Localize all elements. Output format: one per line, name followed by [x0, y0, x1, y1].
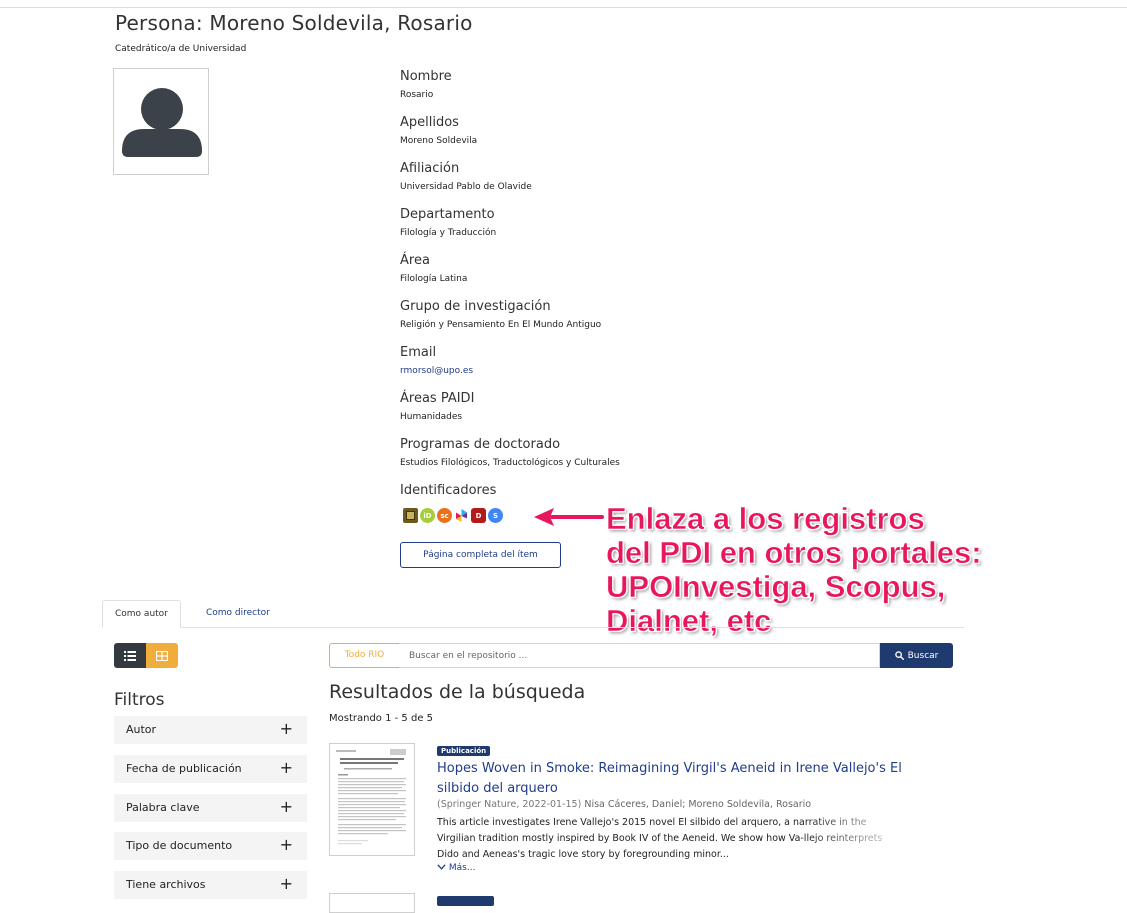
field-label: Afiliación: [400, 161, 460, 176]
result-thumbnail[interactable]: [329, 893, 415, 913]
field-departamento: Departamento Filología y Traducción: [400, 205, 720, 251]
callout-line: UPOInvestiga, Scopus,: [606, 569, 946, 604]
field-label: Apellidos: [400, 115, 459, 130]
field-grupo-investigacion: Grupo de investigación Religión y Pensam…: [400, 297, 720, 343]
plus-icon: +: [279, 835, 293, 854]
filter-label: Autor: [126, 723, 157, 736]
grid-view-button[interactable]: [146, 643, 178, 668]
profile-fields: Nombre Rosario Apellidos Moreno Soldevil…: [400, 67, 720, 500]
result-abstract: This article investigates Irene Vallejo'…: [437, 817, 883, 860]
plus-icon: +: [279, 719, 293, 738]
result-authors: Nisa Cáceres, Daniel; Moreno Soldevila, …: [584, 799, 812, 810]
tab-como-autor[interactable]: Como autor: [102, 600, 181, 628]
orcid-icon[interactable]: iD: [420, 508, 435, 523]
filter-palabra-clave[interactable]: Palabra clave +: [114, 794, 307, 822]
field-value: Universidad Pablo de Olavide: [400, 182, 532, 192]
type-badge: Publicación: [437, 746, 491, 756]
plus-icon: +: [279, 797, 293, 816]
search-input[interactable]: [399, 643, 880, 668]
show-more-link[interactable]: Más...: [437, 863, 475, 873]
search-button[interactable]: Buscar: [880, 643, 953, 668]
filters-title: Filtros: [114, 690, 165, 710]
filter-fecha-publicacion[interactable]: Fecha de publicación +: [114, 755, 307, 783]
field-email: Email rmorsol@upo.es: [400, 343, 720, 389]
field-label: Áreas PAIDI: [400, 391, 475, 406]
full-item-page-button[interactable]: Página completa del ítem: [400, 542, 561, 568]
result-meta: (Springer Nature, 2022-01-15) Nisa Cácer…: [437, 799, 811, 810]
result-publisher: (Springer Nature, 2022-01-15): [437, 799, 582, 810]
field-value: Estudios Filológicos, Traductológicos y …: [400, 458, 620, 468]
identifier-links: iD sc D S: [403, 508, 503, 523]
field-apellidos: Apellidos Moreno Soldevila: [400, 113, 720, 159]
plus-icon: +: [279, 874, 293, 893]
search-scope-button[interactable]: Todo RIO: [329, 643, 400, 668]
top-divider: [0, 7, 1127, 8]
field-label: Nombre: [400, 69, 452, 84]
field-value: Moreno Soldevila: [400, 136, 478, 146]
callout-line: Enlaza a los registros: [606, 501, 925, 536]
chevron-down-icon: [437, 864, 446, 870]
publons-icon[interactable]: [454, 508, 469, 523]
list-icon: [124, 650, 136, 661]
avatar: [113, 68, 209, 175]
filter-label: Fecha de publicación: [126, 762, 242, 775]
dialnet-icon[interactable]: D: [471, 508, 486, 523]
field-value: Humanidades: [400, 412, 463, 422]
filter-label: Palabra clave: [126, 801, 200, 814]
filter-label: Tiene archivos: [126, 878, 206, 891]
field-label: Departamento: [400, 207, 495, 222]
field-value: Filología Latina: [400, 274, 468, 284]
field-programas-doctorado: Programas de doctorado Estudios Filológi…: [400, 435, 720, 481]
page-title: Persona: Moreno Soldevila, Rosario: [115, 11, 473, 35]
result-thumbnail[interactable]: [329, 743, 415, 856]
annotation-arrow-icon: [534, 508, 604, 526]
search-button-label: Buscar: [907, 650, 939, 661]
field-label: Email: [400, 345, 437, 360]
type-badge: [437, 896, 494, 906]
filter-label: Tipo de documento: [126, 839, 233, 852]
field-label: Identificadores: [400, 483, 497, 498]
results-count: Mostrando 1 - 5 de 5: [329, 713, 434, 724]
scopus-icon[interactable]: sc: [437, 508, 452, 523]
list-view-button[interactable]: [114, 643, 146, 668]
results-title: Resultados de la búsqueda: [329, 681, 586, 703]
tab-como-director[interactable]: Como director: [194, 600, 282, 628]
field-label: Programas de doctorado: [400, 437, 561, 452]
result-title-link[interactable]: Hopes Woven in Smoke: Reimagining Virgil…: [437, 759, 907, 799]
field-nombre: Nombre Rosario: [400, 67, 720, 113]
show-more-label: Más...: [448, 863, 476, 873]
page-subtitle: Catedrático/a de Universidad: [115, 44, 247, 54]
filter-tiene-archivos[interactable]: Tiene archivos +: [114, 871, 307, 899]
field-afiliacion: Afiliación Universidad Pablo de Olavide: [400, 159, 720, 205]
field-value: Filología y Traducción: [400, 228, 497, 238]
document-preview-icon: [336, 749, 406, 845]
field-value: Religión y Pensamiento En El Mundo Antig…: [400, 320, 602, 330]
plus-icon: +: [279, 758, 293, 777]
field-areas-paidi: Áreas PAIDI Humanidades: [400, 389, 720, 435]
field-area: Área Filología Latina: [400, 251, 720, 297]
grid-icon: [156, 650, 168, 661]
role-tabs: Como autor Como director: [102, 600, 964, 628]
google-scholar-icon[interactable]: S: [488, 508, 503, 523]
filter-tipo-documento[interactable]: Tipo de documento +: [114, 832, 307, 860]
upoinvestiga-icon[interactable]: [403, 508, 418, 523]
field-label: Área: [400, 253, 430, 268]
search-icon: [894, 651, 904, 660]
email-link[interactable]: rmorsol@upo.es: [400, 362, 720, 389]
field-label: Grupo de investigación: [400, 299, 551, 314]
field-value: Rosario: [400, 90, 434, 100]
callout-line: del PDI en otros portales:: [606, 535, 982, 570]
field-identificadores: Identificadores: [400, 481, 720, 500]
filter-autor[interactable]: Autor +: [114, 716, 307, 744]
user-silhouette-icon: [122, 88, 202, 157]
